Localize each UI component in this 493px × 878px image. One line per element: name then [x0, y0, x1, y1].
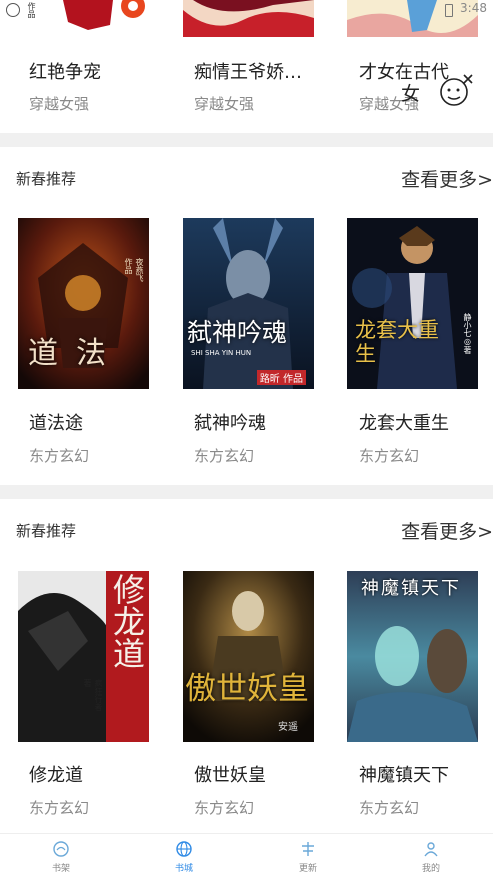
tab-label: 更新	[298, 864, 317, 874]
book-title[interactable]: 道法途	[29, 409, 83, 435]
cover-author: 夜燕飞 作品	[124, 258, 144, 282]
profile-icon	[424, 842, 438, 857]
book-cover[interactable]: 傲世妖皇 安遥	[183, 571, 314, 742]
book-genre: 穿越女强	[29, 95, 90, 113]
cover-text: 神魔镇天下	[361, 578, 461, 599]
tab-label: 书架	[51, 864, 70, 874]
text-size-icon[interactable]: 女	[401, 79, 420, 106]
view-more-link[interactable]: 查看更多>	[401, 517, 493, 544]
book-cover[interactable]: 道法 夜燕飞 作品	[18, 218, 149, 389]
cover-text: 道法	[28, 336, 124, 371]
globe-icon	[176, 841, 192, 857]
cover-author: 安遥	[278, 722, 298, 733]
section-divider	[0, 485, 493, 499]
book-title[interactable]: 傲世妖皇	[194, 761, 266, 787]
book-title[interactable]: 神魔镇天下	[359, 761, 449, 787]
status-bar: 3:48	[0, 0, 493, 20]
cover-art	[183, 571, 314, 742]
book-genre: 穿越女强	[194, 95, 255, 113]
book-cover[interactable]: 修龙道 疯狂行者 著	[18, 571, 149, 742]
book-title[interactable]: 红艳争宠	[29, 58, 101, 84]
tab-profile[interactable]: 我的	[391, 834, 471, 878]
book-genre: 东方玄幻	[29, 447, 90, 465]
cover-text: 弑神吟魂	[187, 318, 288, 347]
update-icon	[302, 842, 314, 856]
status-time: 3:48	[460, 1, 487, 15]
cover-text: 龙套大重生	[355, 318, 439, 366]
view-more-link[interactable]: 查看更多>	[401, 165, 493, 192]
tab-bookshelf[interactable]: 书架	[21, 834, 101, 878]
cover-author: 疯狂行者 著	[83, 679, 103, 711]
cover-text: 傲世妖皇	[185, 671, 309, 707]
book-cover[interactable]: 龙套大重生 静小七◎著	[347, 218, 478, 389]
book-cover[interactable]: 弑神吟魂 SHI SHA YIN HUN 路昕 作品	[183, 218, 314, 389]
cover-author: 静小七◎著	[463, 313, 472, 354]
section-title: 新春推荐	[16, 170, 77, 188]
book-genre: 东方玄幻	[29, 799, 90, 817]
cover-subtitle: SHI SHA YIN HUN	[191, 349, 252, 357]
section-divider	[0, 133, 493, 147]
tab-bookstore[interactable]: 书城	[144, 834, 224, 878]
bookshelf-icon	[53, 841, 69, 857]
emoji-icon[interactable]	[438, 72, 474, 108]
book-genre: 东方玄幻	[359, 447, 420, 465]
book-title[interactable]: 痴情王爷娇…	[194, 58, 302, 84]
battery-icon	[445, 4, 453, 17]
book-cover[interactable]: 神魔镇天下	[347, 571, 478, 742]
book-genre: 东方玄幻	[194, 799, 255, 817]
book-genre: 东方玄幻	[359, 799, 420, 817]
book-title[interactable]: 龙套大重生	[359, 409, 449, 435]
cover-text: 修龙道	[108, 573, 146, 669]
tab-label: 书城	[174, 864, 193, 874]
bottom-tab-bar: 书架 书城 更新 我的	[0, 833, 493, 878]
shield-icon	[6, 3, 20, 17]
section-title: 新春推荐	[16, 522, 77, 540]
book-title[interactable]: 弑神吟魂	[194, 409, 266, 435]
book-genre: 东方玄幻	[194, 447, 255, 465]
cover-art	[183, 218, 314, 389]
cover-author: 路昕 作品	[256, 370, 306, 385]
tab-updates[interactable]: 更新	[268, 834, 348, 878]
tab-label: 我的	[421, 864, 440, 874]
book-title[interactable]: 修龙道	[29, 761, 83, 787]
